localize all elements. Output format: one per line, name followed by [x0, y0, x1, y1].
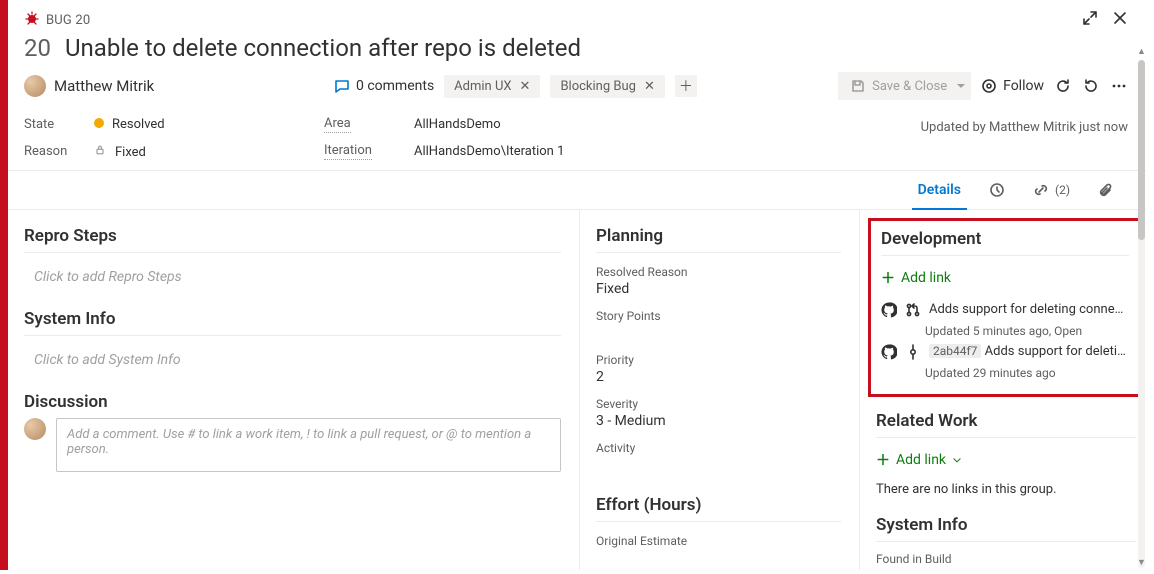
area-label: Area	[324, 116, 351, 133]
effort-title: Effort (Hours)	[596, 495, 841, 515]
comments-button[interactable]: 0 comments	[334, 78, 434, 94]
story-points-label: Story Points	[596, 309, 841, 323]
repro-steps-title: Repro Steps	[24, 226, 561, 246]
development-section-highlight: Development ＋ Add link Adds support for …	[868, 218, 1142, 397]
priority-label: Priority	[596, 353, 841, 367]
tag-pill[interactable]: Admin UX ✕	[444, 75, 540, 98]
work-item-id: 20	[24, 34, 51, 62]
bug-icon	[24, 10, 40, 30]
iteration-value[interactable]: AllHandsDemo\Iteration 1	[414, 144, 674, 159]
iteration-label: Iteration	[324, 143, 372, 160]
comments-count-label: 0 comments	[356, 78, 434, 94]
original-estimate-label: Original Estimate	[596, 534, 841, 548]
column-links: Development ＋ Add link Adds support for …	[860, 210, 1146, 570]
expand-icon[interactable]	[1082, 10, 1098, 30]
state-label: State	[24, 117, 54, 133]
dev-link-item[interactable]: 2ab44f7 Adds support for deleting …	[881, 344, 1129, 364]
system-info-placeholder[interactable]: Click to add System Info	[24, 346, 561, 388]
avatar	[24, 75, 46, 97]
dev-link-subtitle: Updated 29 minutes ago	[881, 366, 1129, 380]
dev-link-title: Adds support for deleting connecti…	[929, 302, 1129, 317]
github-icon	[881, 344, 897, 364]
right-tabstrip: Details (2)	[8, 170, 1146, 210]
save-and-close-button[interactable]: Save & Close	[838, 72, 971, 100]
close-icon[interactable]	[1112, 10, 1128, 30]
pull-request-icon	[905, 302, 921, 322]
scrollbar-thumb[interactable]	[1138, 60, 1145, 240]
tag-label: Admin UX	[454, 79, 511, 94]
scroll-up-icon[interactable]: ▲	[1137, 48, 1146, 57]
system-info-title: System Info	[24, 309, 561, 329]
plus-icon: ＋	[881, 268, 895, 288]
updated-stamp: Updated by Matthew Mitrik just now	[921, 116, 1128, 160]
tag-remove-icon[interactable]: ✕	[644, 79, 655, 94]
resolved-reason-label: Resolved Reason	[596, 265, 841, 279]
work-item-title[interactable]: Unable to delete connection after repo i…	[65, 34, 581, 62]
reason-value[interactable]: Fixed	[94, 144, 294, 160]
header: BUG 20 20 Unable to delete connection af…	[8, 0, 1146, 62]
found-in-build-label: Found in Build	[876, 552, 1136, 566]
dev-link-subtitle: Updated 5 minutes ago, Open	[881, 324, 1129, 338]
assignee-name: Matthew Mitrik	[54, 77, 154, 95]
add-tag-button[interactable]: ＋	[675, 75, 697, 97]
add-related-link-button[interactable]: ＋ Add link	[876, 450, 962, 470]
found-in-build-value[interactable]	[876, 568, 1136, 570]
state-value[interactable]: Resolved	[94, 117, 294, 132]
plus-icon: ＋	[876, 450, 890, 470]
commit-icon	[905, 344, 921, 364]
system-info-right-title: System Info	[876, 515, 1136, 535]
tag-pill[interactable]: Blocking Bug ✕	[550, 75, 664, 98]
planning-title: Planning	[596, 226, 841, 246]
follow-label: Follow	[1003, 78, 1044, 94]
column-main: Repro Steps Click to add Repro Steps Sys…	[8, 210, 580, 570]
refresh-icon[interactable]	[1054, 77, 1072, 95]
reason-label: Reason	[24, 144, 67, 160]
toolbar: Matthew Mitrik 0 comments Admin UX ✕ Blo…	[8, 62, 1146, 110]
tag-label: Blocking Bug	[560, 79, 636, 94]
tab-links[interactable]: (2)	[1019, 171, 1084, 209]
dev-link-item[interactable]: Adds support for deleting connecti…	[881, 302, 1129, 322]
severity-label: Severity	[596, 397, 841, 411]
scroll-down-icon[interactable]: ▼	[1137, 559, 1146, 568]
revert-icon[interactable]	[1082, 77, 1100, 95]
activity-label: Activity	[596, 441, 841, 455]
discussion-title: Discussion	[24, 392, 561, 412]
assignee-picker[interactable]: Matthew Mitrik	[24, 75, 324, 97]
tab-links-count: (2)	[1055, 183, 1070, 197]
story-points-value[interactable]	[596, 325, 841, 341]
activity-value[interactable]	[596, 457, 841, 473]
add-dev-link-button[interactable]: ＋ Add link	[881, 268, 951, 288]
development-title: Development	[881, 229, 1129, 249]
state-dot-icon	[94, 118, 104, 128]
work-item-panel: BUG 20 20 Unable to delete connection af…	[0, 0, 1146, 570]
related-work-title: Related Work	[876, 411, 1136, 431]
area-value[interactable]: AllHandsDemo	[414, 117, 674, 132]
form-body: Repro Steps Click to add Repro Steps Sys…	[8, 210, 1146, 570]
chevron-down-icon	[952, 455, 962, 465]
save-button-label: Save & Close	[872, 79, 947, 94]
lock-icon	[94, 145, 109, 159]
more-actions-icon[interactable]	[1110, 77, 1128, 95]
github-icon	[881, 302, 897, 322]
tab-history[interactable]	[975, 171, 1019, 209]
work-item-type-label: BUG 20	[46, 13, 90, 28]
original-estimate-value[interactable]	[596, 550, 841, 566]
classification-bar: State Resolved Reason Fixed Area AllHand…	[8, 110, 1146, 170]
resolved-reason-value[interactable]: Fixed	[596, 281, 841, 297]
dev-link-title: 2ab44f7 Adds support for deleting …	[929, 344, 1129, 359]
avatar	[24, 418, 46, 440]
tag-remove-icon[interactable]: ✕	[520, 79, 531, 94]
column-planning: Planning Resolved Reason Fixed Story Poi…	[580, 210, 860, 570]
commit-hash: 2ab44f7	[929, 344, 981, 358]
severity-value[interactable]: 3 - Medium	[596, 413, 841, 429]
tab-details[interactable]: Details	[904, 171, 975, 209]
tab-attachments[interactable]	[1084, 171, 1128, 209]
discussion-input[interactable]: Add a comment. Use # to link a work item…	[56, 418, 561, 472]
repro-steps-placeholder[interactable]: Click to add Repro Steps	[24, 263, 561, 305]
follow-button[interactable]: Follow	[981, 78, 1044, 94]
related-empty-text: There are no links in this group.	[876, 482, 1136, 497]
priority-value[interactable]: 2	[596, 369, 841, 385]
